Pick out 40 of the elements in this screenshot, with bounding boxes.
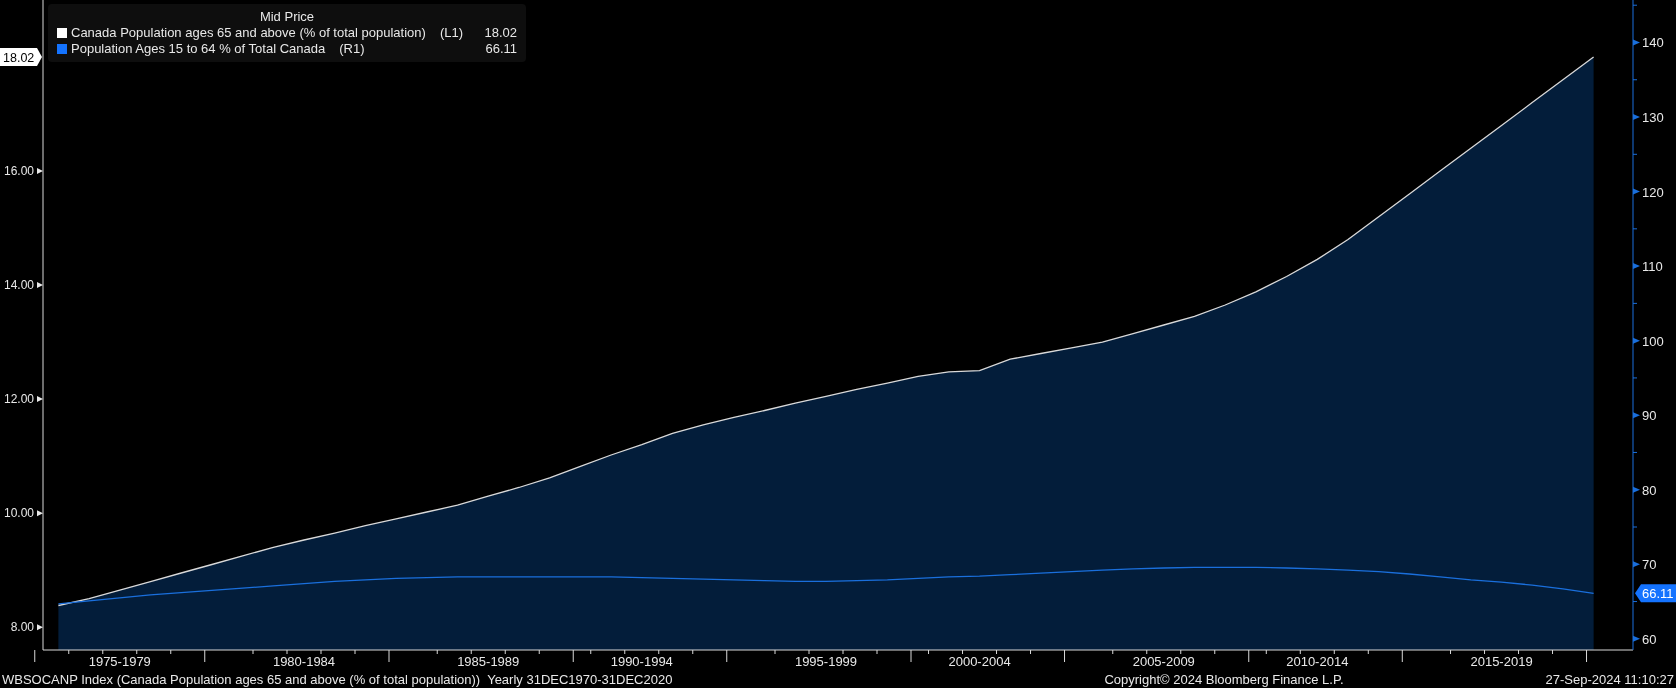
axis-tick-label: 1975-1979 [88, 654, 151, 669]
axis-tick-label: 10.00 [3, 506, 34, 521]
axis-tick-label: 8.00 [10, 620, 34, 635]
axis-tick-label: 1995-1999 [794, 654, 858, 669]
chart-description: WBSOCANP Index (Canada Population ages 65 and above (% of total population)) Yearly 31DEC1970-31DEC2020 [2, 671, 673, 688]
axis-tick-label: 80 [1642, 482, 1657, 498]
axis-tag: (L1) [439, 25, 463, 41]
copyright-text: Copyright© 2024 Bloomberg Finance L.P. [1104, 671, 1344, 688]
tick-marker-icon [37, 510, 43, 517]
axis-tick-label: 110 [1642, 259, 1663, 275]
axis-tick-label: 2000-2004 [948, 654, 1011, 669]
tick-marker-icon [37, 168, 43, 175]
tick-marker-icon [37, 396, 43, 403]
axis-tag: (R1) [339, 41, 365, 57]
axis-tick-label: 90 [1642, 408, 1657, 424]
axis-tick-label: 1990-1994 [610, 654, 673, 669]
axis-tick-label: 16.00 [3, 164, 34, 179]
axis-tick-label: 130 [1642, 110, 1664, 126]
axis-tick-label: 12.00 [3, 392, 34, 407]
legend-label: Population Ages 15 to 64 % of Total Canada [71, 41, 326, 57]
legend-value: 66.11 [485, 41, 517, 57]
axis-tick-label: 140 [1642, 35, 1664, 51]
tick-marker-icon [37, 624, 43, 631]
value-badge: 18.02 [0, 48, 42, 66]
legend-label: Canada Population ages 65 and above (% of total population) [71, 25, 426, 41]
axis-tick-label: 60 [1642, 631, 1657, 647]
axis-tick-label: 2010-2014 [1286, 654, 1349, 669]
axis-tick-label: 1985-1989 [457, 654, 520, 669]
axis-tick-label: 2015-2019 [1470, 654, 1533, 669]
axis-tick-label: 2005-2009 [1132, 654, 1195, 669]
axis-tick-label: 100 [1642, 333, 1664, 349]
axis-tick-label: 1980-1984 [272, 654, 336, 669]
timestamp: 27-Sep-2024 11:10:27 [1545, 671, 1674, 688]
value-badge: 66.11 [1635, 584, 1676, 603]
legend-title: Mid Price [259, 9, 315, 25]
axis-tick-label: 120 [1642, 184, 1664, 200]
tick-marker-icon [37, 282, 43, 289]
axis-tick-label: 70 [1642, 557, 1657, 573]
legend-value: 18.02 [484, 25, 517, 41]
axis-tick-label: 14.00 [3, 278, 34, 293]
